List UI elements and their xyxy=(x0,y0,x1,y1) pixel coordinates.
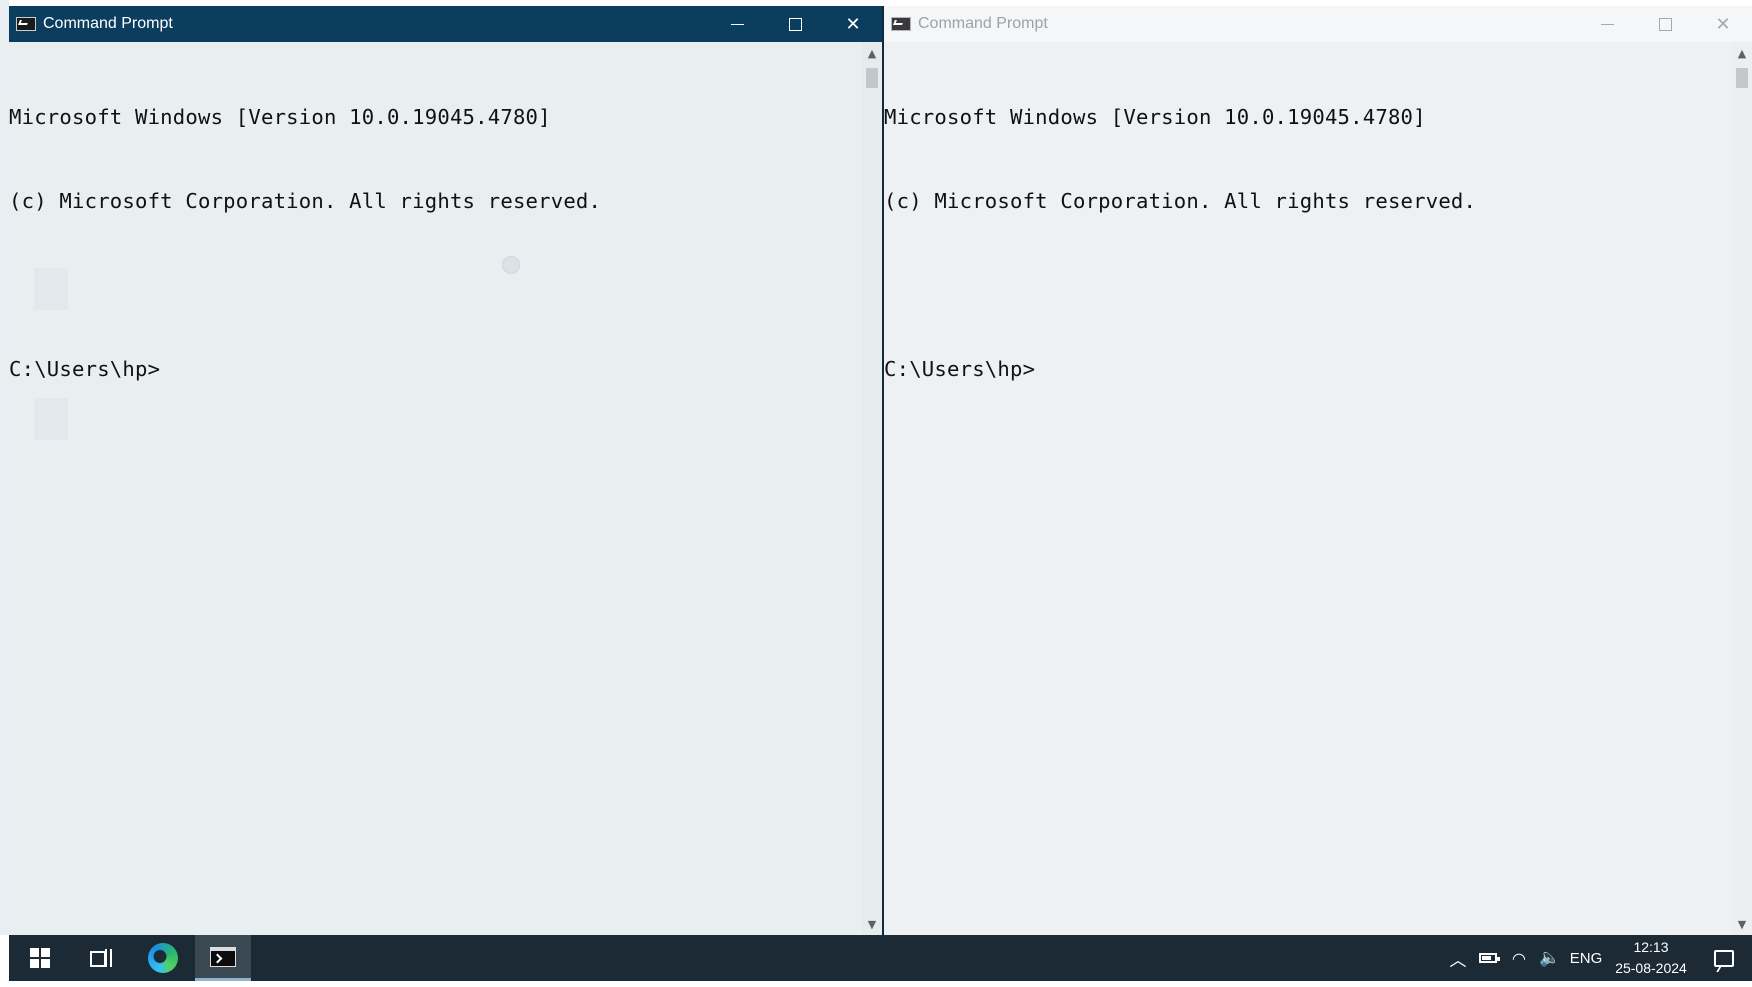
command-prompt-icon xyxy=(891,17,911,31)
edge-browser-icon xyxy=(148,943,178,973)
close-button-left[interactable]: ✕ xyxy=(824,6,882,42)
console-output-left[interactable]: Microsoft Windows [Version 10.0.19045.47… xyxy=(9,42,862,935)
vertical-scrollbar-left[interactable]: ▲ ▼ xyxy=(862,42,882,935)
screen-bottom-edge xyxy=(0,981,1752,987)
window-title-left: Command Prompt xyxy=(43,15,173,32)
task-view-button[interactable] xyxy=(71,935,129,981)
chevron-up-icon: ︿ xyxy=(1449,950,1467,971)
show-hidden-icons-button[interactable]: ︿ xyxy=(1444,935,1472,981)
console-output-right[interactable]: Microsoft Windows [Version 10.0.19045.47… xyxy=(884,42,1732,935)
faint-desktop-icon xyxy=(34,398,68,440)
edge-taskbar-button[interactable] xyxy=(133,935,193,981)
desktop: Command Prompt ✕ Microsoft Windows [Vers… xyxy=(0,0,1752,987)
clock-date: 25-08-2024 xyxy=(1615,960,1687,976)
close-button-right[interactable]: ✕ xyxy=(1694,6,1752,42)
command-prompt-window-left[interactable]: Command Prompt ✕ Microsoft Windows [Vers… xyxy=(9,6,884,935)
maximize-icon xyxy=(1658,17,1672,31)
command-prompt-taskbar-button[interactable] xyxy=(195,935,251,981)
command-prompt-icon xyxy=(210,946,236,967)
minimize-button-left[interactable] xyxy=(708,6,766,42)
clock-button[interactable]: 12:13 25-08-2024 xyxy=(1606,935,1696,981)
title-bar-right[interactable]: Command Prompt ✕ xyxy=(884,6,1752,42)
maximize-button-right[interactable] xyxy=(1636,6,1694,42)
title-bar-left[interactable]: Command Prompt ✕ xyxy=(9,6,882,42)
scroll-down-arrow-icon[interactable]: ▼ xyxy=(1732,915,1752,933)
scroll-up-arrow-icon[interactable]: ▲ xyxy=(862,44,882,62)
input-language-button[interactable]: ENG xyxy=(1566,935,1606,981)
start-button[interactable] xyxy=(15,935,65,981)
minimize-icon xyxy=(1600,23,1614,25)
faint-desktop-icon xyxy=(34,268,68,310)
battery-icon xyxy=(1479,953,1500,963)
desktop-edge xyxy=(0,0,9,935)
clock-time: 12:13 xyxy=(1633,939,1669,955)
console-prompt: C:\Users\hp> xyxy=(9,357,161,381)
window-title-right: Command Prompt xyxy=(918,15,1048,32)
console-line: Microsoft Windows [Version 10.0.19045.47… xyxy=(884,105,1426,129)
system-tray: ︿ ◜◝ 🔈 ENG 12:13 25-08-2024 xyxy=(1444,935,1752,981)
volume-button[interactable]: 🔈 xyxy=(1534,935,1566,981)
minimize-button-right[interactable] xyxy=(1578,6,1636,42)
battery-button[interactable] xyxy=(1472,935,1504,981)
window-controls-left: ✕ xyxy=(708,6,882,42)
console-prompt: C:\Users\hp> xyxy=(884,357,1036,381)
notification-icon xyxy=(1714,949,1734,967)
window-controls-right: ✕ xyxy=(1578,6,1752,42)
task-view-icon xyxy=(90,949,112,967)
close-icon: ✕ xyxy=(1715,13,1731,35)
console-line: (c) Microsoft Corporation. All rights re… xyxy=(884,189,1477,213)
mouse-cursor-indicator xyxy=(502,256,520,274)
maximize-icon xyxy=(788,17,802,31)
scroll-up-arrow-icon[interactable]: ▲ xyxy=(1732,44,1752,62)
vertical-scrollbar-right[interactable]: ▲ ▼ xyxy=(1732,42,1752,935)
wifi-icon: ◜◝ xyxy=(1512,948,1526,968)
command-prompt-window-right[interactable]: Command Prompt ✕ Microsoft Windows [Vers… xyxy=(884,6,1752,935)
network-button[interactable]: ◜◝ xyxy=(1504,935,1534,981)
taskbar: ︿ ◜◝ 🔈 ENG 12:13 25-08-2024 xyxy=(9,935,1752,981)
console-line: Microsoft Windows [Version 10.0.19045.47… xyxy=(9,105,551,129)
windows-logo-icon xyxy=(30,948,50,968)
close-icon: ✕ xyxy=(845,13,861,35)
volume-icon: 🔈 xyxy=(1539,948,1561,968)
maximize-button-left[interactable] xyxy=(766,6,824,42)
minimize-icon xyxy=(730,23,744,25)
scrollbar-thumb-left[interactable] xyxy=(866,68,878,88)
console-line: (c) Microsoft Corporation. All rights re… xyxy=(9,189,602,213)
command-prompt-icon xyxy=(16,17,36,31)
scroll-down-arrow-icon[interactable]: ▼ xyxy=(862,915,882,933)
action-center-button[interactable] xyxy=(1696,935,1752,981)
scrollbar-thumb-right[interactable] xyxy=(1736,68,1748,88)
